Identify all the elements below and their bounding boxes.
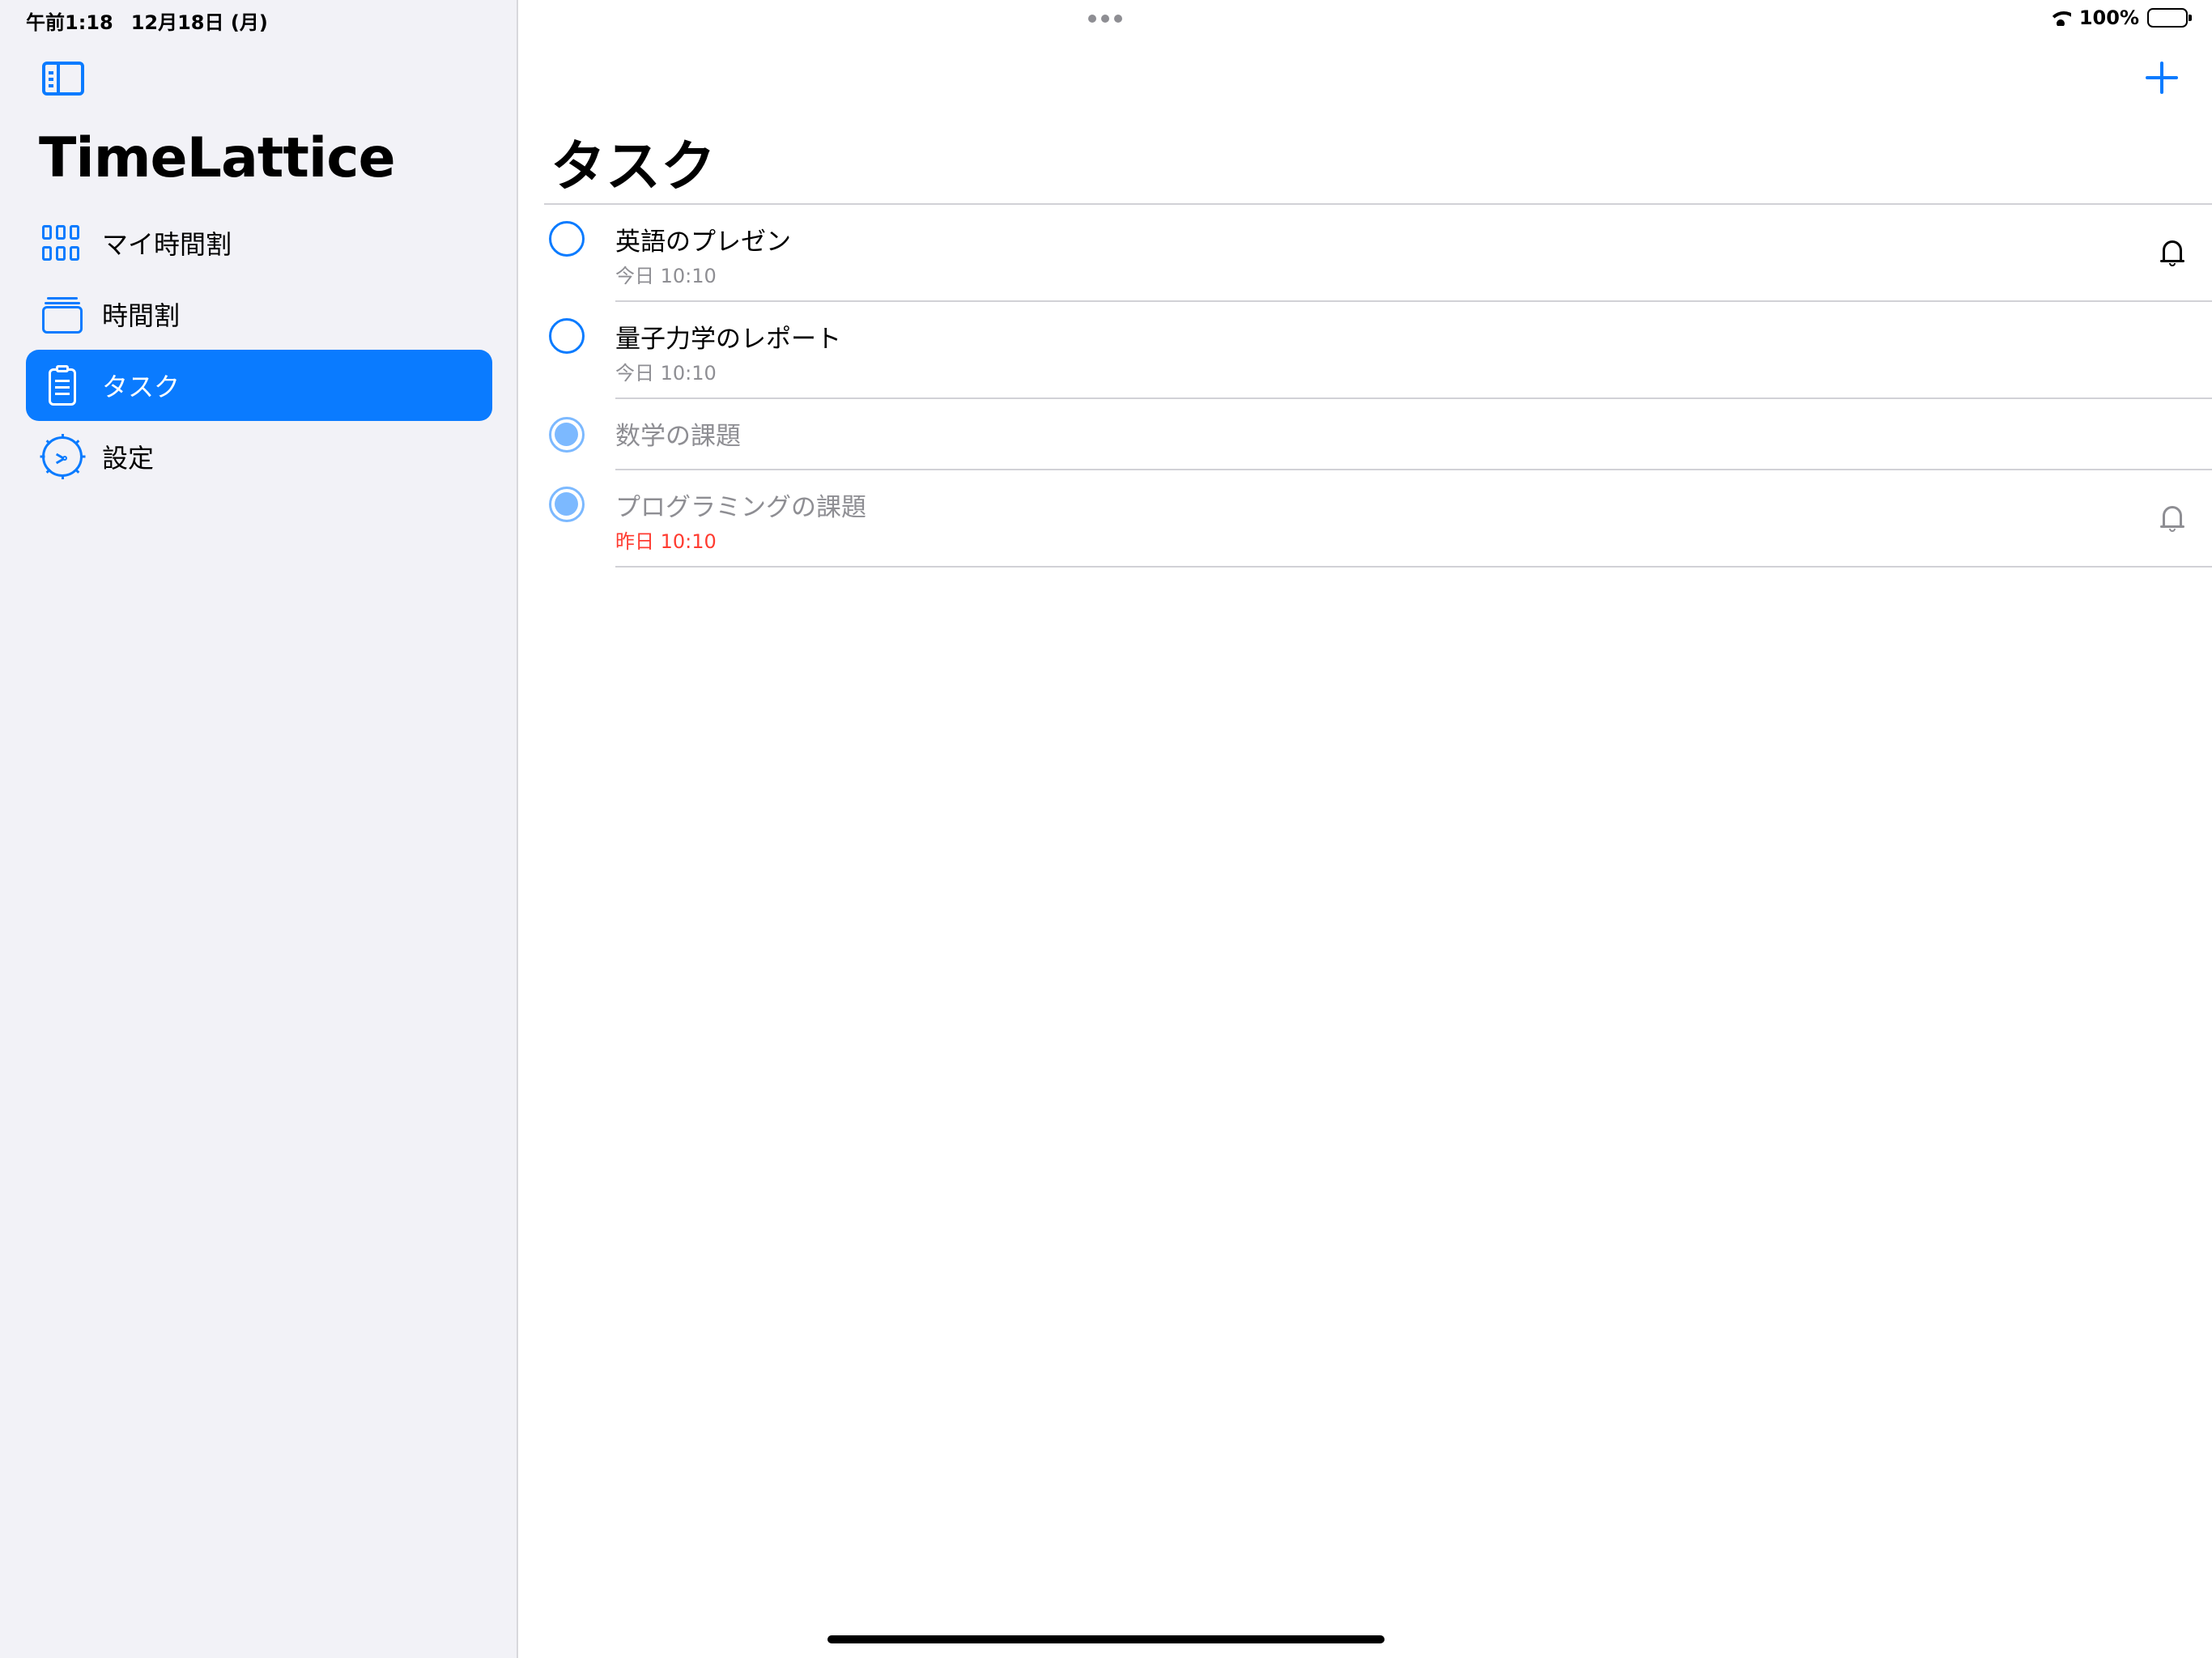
sidebar-nav: マイ時間割 時間割 タスク 設定 xyxy=(26,207,492,492)
task-title: プログラミングの課題 xyxy=(615,493,866,522)
bell-icon[interactable] xyxy=(2160,504,2184,532)
page-title: タスク xyxy=(551,135,717,199)
status-bar-left: 午前1:18 12月18日 (月) xyxy=(26,6,268,35)
status-bar-right: 100% xyxy=(2049,6,2192,29)
grid-icon xyxy=(42,223,83,263)
sidebar-item-tasks[interactable]: タスク xyxy=(26,350,492,421)
task-due-date: 昨日 10:10 xyxy=(615,530,717,553)
multitasking-dots-icon[interactable] xyxy=(1088,15,1122,23)
task-title: 数学の課題 xyxy=(615,422,741,451)
sidebar-item-settings[interactable]: 設定 xyxy=(26,421,492,492)
task-row[interactable]: 英語のプレゼン 今日 10:10 xyxy=(549,205,2212,302)
task-checkbox-completed[interactable] xyxy=(549,417,585,453)
task-due-date: 今日 10:10 xyxy=(615,265,717,287)
task-checkbox-completed[interactable] xyxy=(549,487,585,522)
status-date: 12月18日 (月) xyxy=(130,11,268,34)
app-window: 午前1:18 12月18日 (月) TimeLattice マイ時間割 時間割 xyxy=(0,0,2212,1658)
sidebar-toggle-icon[interactable] xyxy=(42,62,84,96)
bell-icon[interactable] xyxy=(2160,239,2184,266)
task-row[interactable]: 量子力学のレポート 今日 10:10 xyxy=(549,302,2212,399)
sidebar: 午前1:18 12月18日 (月) TimeLattice マイ時間割 時間割 xyxy=(0,0,518,1658)
stacked-cards-icon xyxy=(42,294,83,334)
battery-percent: 100% xyxy=(2078,6,2139,29)
add-task-button[interactable] xyxy=(2146,62,2178,94)
sidebar-item-label: 時間割 xyxy=(102,300,181,331)
gear-icon xyxy=(40,434,85,479)
clipboard-list-icon xyxy=(42,365,83,406)
task-due-date: 今日 10:10 xyxy=(615,362,717,385)
sidebar-item-label: 設定 xyxy=(102,443,155,474)
sidebar-item-label: マイ時間割 xyxy=(102,229,232,260)
task-title: 英語のプレゼン xyxy=(615,227,791,257)
task-checkbox[interactable] xyxy=(549,221,585,257)
task-list: 英語のプレゼン 今日 10:10 量子力学のレポート 今日 10:10 数学の課… xyxy=(544,205,2212,568)
task-row[interactable]: プログラミングの課題 昨日 10:10 xyxy=(549,470,2212,568)
home-indicator[interactable] xyxy=(827,1635,1385,1643)
status-time: 午前1:18 xyxy=(26,11,113,34)
sidebar-item-timetable[interactable]: 時間割 xyxy=(26,278,492,350)
main-panel: 100% タスク 英語のプレゼン 今日 10:10 量子力学のレポート 今日 1… xyxy=(520,0,2212,1658)
task-row[interactable]: 数学の課題 xyxy=(549,399,2212,470)
battery-icon xyxy=(2147,8,2192,28)
task-title: 量子力学のレポート xyxy=(615,325,841,354)
sidebar-item-my-timetable[interactable]: マイ時間割 xyxy=(26,207,492,278)
app-title: TimeLattice xyxy=(39,126,396,190)
wifi-icon xyxy=(2049,10,2071,26)
sidebar-item-label: タスク xyxy=(102,372,181,402)
task-checkbox[interactable] xyxy=(549,318,585,354)
